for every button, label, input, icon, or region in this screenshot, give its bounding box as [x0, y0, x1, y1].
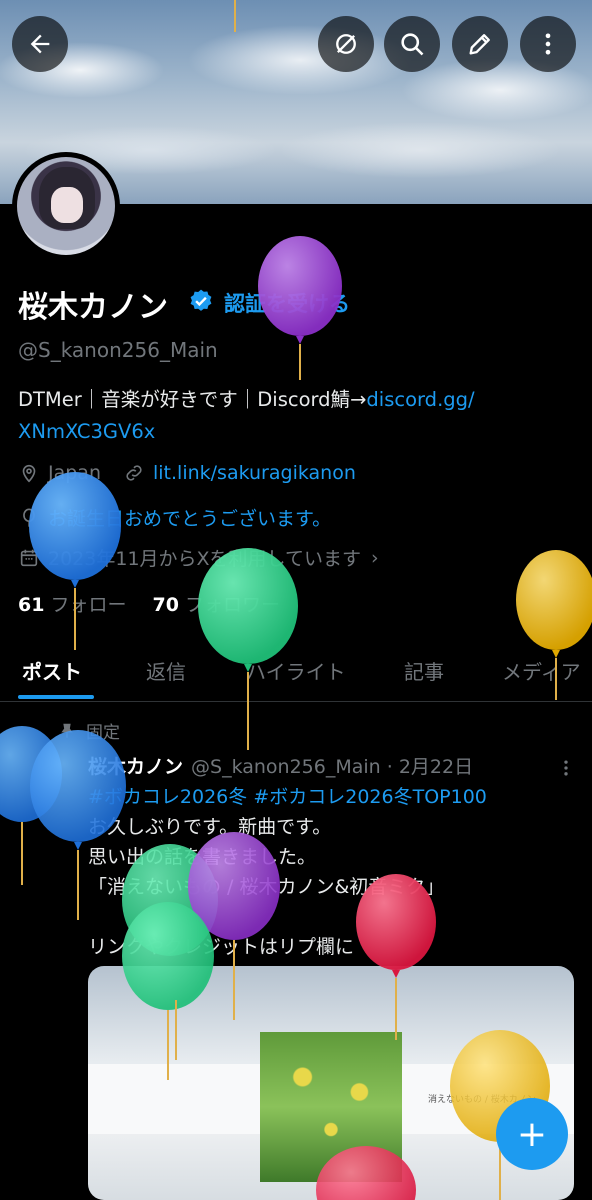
- following-count: 61: [18, 594, 45, 616]
- post-media[interactable]: 消えないもの / 桜木カノン: [88, 966, 574, 1200]
- post-more-icon[interactable]: [556, 758, 576, 778]
- post-meta: @S_kanon256_Main · 2月22日: [191, 756, 474, 778]
- post-body: お久しぶりです。新曲です。 思い出の話を書きました。 「消えないもの / 桜木カ…: [88, 816, 445, 958]
- chevron-right-icon: ›: [370, 546, 379, 569]
- profile-bio: DTMer｜音楽が好きです｜Discord鯖→discord.gg/ XNmXC…: [18, 384, 578, 448]
- link-icon: [126, 465, 142, 481]
- more-vertical-icon: [545, 33, 551, 55]
- tab-articles[interactable]: 記事: [404, 656, 444, 685]
- get-verified-link[interactable]: 認証を受ける: [224, 288, 350, 318]
- compose-button[interactable]: +: [496, 1098, 568, 1170]
- tab-posts[interactable]: ポスト: [22, 656, 82, 685]
- edit-icon: [469, 34, 490, 55]
- active-tab-indicator: [18, 695, 94, 699]
- translate-button[interactable]: [318, 16, 374, 72]
- balloon-icon: [23, 507, 35, 527]
- profile-tabs: ポスト 返信 ハイライト 記事 メディア: [0, 648, 592, 702]
- profile-meta-row: Japan lit.link/sakuragikanon: [18, 462, 356, 484]
- bio-discord-link-cont[interactable]: XNmXC3GV6x: [18, 420, 155, 443]
- tab-highlights[interactable]: ハイライト: [246, 656, 346, 685]
- profile-website-link[interactable]: lit.link/sakuragikanon: [153, 462, 356, 484]
- plus-icon: +: [516, 1113, 548, 1155]
- profile-name: 桜木カノン: [18, 290, 168, 325]
- search-icon: [401, 33, 424, 56]
- back-arrow-icon: [30, 34, 50, 54]
- post-header: 桜木カノン @S_kanon256_Main · 2月22日: [88, 752, 473, 779]
- more-button[interactable]: [520, 16, 576, 72]
- avatar[interactable]: [12, 152, 120, 260]
- profile-joined: 2023年11月からXを利用しています: [48, 548, 361, 570]
- followers-link[interactable]: 70 フォロワー: [153, 594, 280, 616]
- edit-button[interactable]: [452, 16, 508, 72]
- pinned-label: 固定: [58, 718, 120, 743]
- pin-icon: [61, 723, 73, 738]
- profile-birthday[interactable]: お誕生日おめでとうございます。: [48, 504, 331, 531]
- followers-count: 70: [152, 594, 179, 616]
- tab-media[interactable]: メディア: [502, 656, 581, 685]
- following-link[interactable]: 61 フォロー: [18, 594, 126, 616]
- back-button[interactable]: [12, 16, 68, 72]
- search-button[interactable]: [384, 16, 440, 72]
- avatar-image: [17, 157, 115, 255]
- profile-birthday-row: お誕生日おめでとうございます。: [18, 504, 331, 531]
- bio-discord-link[interactable]: discord.gg/: [366, 388, 474, 411]
- no-translate-icon: [336, 34, 356, 54]
- post-hashtags[interactable]: #ボカコレ2026冬 #ボカコレ2026冬TOP100: [88, 782, 487, 809]
- post-author-name[interactable]: 桜木カノン: [88, 752, 183, 779]
- profile-joined-row[interactable]: 2023年11月からXを利用しています ›: [18, 544, 379, 571]
- bio-text: DTMer｜音楽が好きです｜Discord鯖→: [18, 388, 367, 411]
- location-icon: [22, 464, 36, 483]
- verified-badge-icon[interactable]: [188, 288, 214, 314]
- calendar-icon: [20, 549, 38, 566]
- media-artwork: [260, 1032, 402, 1182]
- profile-location: Japan: [48, 462, 101, 484]
- tab-replies[interactable]: 返信: [146, 656, 186, 685]
- profile-handle: @S_kanon256_Main: [18, 338, 218, 362]
- follow-stats: 61 フォロー 70 フォロワー: [18, 590, 280, 617]
